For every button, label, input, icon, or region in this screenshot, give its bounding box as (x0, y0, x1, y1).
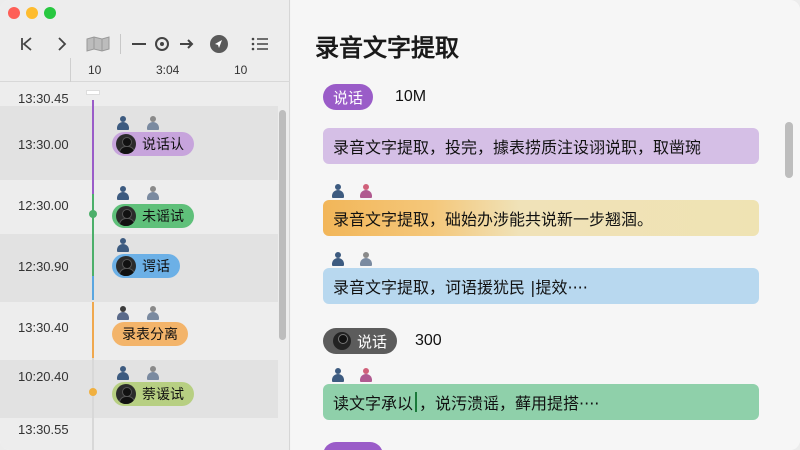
speaker-icon (146, 116, 160, 130)
timeline-track (92, 100, 94, 194)
speaker-icons (331, 368, 373, 382)
chip-label: 未谣试 (142, 209, 184, 225)
timestamp: 10:20.40 (18, 369, 69, 384)
line-text: ，说汚溃谣，藓用提搭···· (419, 394, 600, 413)
ruler-tick (70, 58, 71, 82)
line-text: 录音文字提取，投完，據表捞质注设诩说职，取凿琬 (333, 138, 702, 157)
toolbar (0, 30, 290, 58)
speaker-icon (331, 252, 345, 266)
timeline-scrollbar[interactable] (279, 110, 286, 340)
forward-icon[interactable] (50, 30, 74, 58)
timeline-track (92, 194, 94, 276)
speaker-chip[interactable]: 未谣试 (112, 204, 194, 228)
speaker-icon (146, 306, 160, 320)
section-value: 10M (395, 88, 427, 105)
page-title: 录音文字提取 (315, 34, 459, 62)
speaker-tag[interactable] (323, 442, 383, 450)
speaker-icon (359, 368, 373, 382)
chip-label: 说话认 (142, 137, 184, 153)
ruler-label: 3:04 (156, 63, 180, 77)
avatar-icon (116, 206, 136, 226)
skip-back-icon[interactable] (14, 30, 40, 58)
chip-label: 萘谖试 (142, 387, 184, 403)
speaker-tag[interactable]: 说话 (323, 328, 398, 354)
app-window: 10 3:04 10 13:30.45 13:30.00 说话认 12:30.0… (0, 0, 800, 450)
waveform-icon[interactable] (150, 30, 174, 58)
speaker-icons (331, 252, 373, 266)
timeline-row[interactable]: 13:30.00 说话认 (0, 106, 278, 180)
line-text: 录音文字提取，诃语援犹民 |提效···· (333, 278, 588, 297)
speaker-icon (116, 116, 130, 130)
timeline-track (92, 276, 94, 300)
transcript-line[interactable]: 读文字承以 ，说汚溃谣，藓用提搭···· (323, 384, 759, 420)
timeline-marker[interactable] (89, 388, 97, 396)
timeline-rows: 13:30.45 13:30.00 说话认 12:30.00 未谣试 12:30… (0, 82, 278, 450)
speaker-tag-label: 说话 (333, 88, 364, 107)
timeline-pane: 10 3:04 10 13:30.45 13:30.00 说话认 12:30.0… (0, 0, 290, 450)
speaker-icon (146, 186, 160, 200)
chip-label: 谔话 (142, 259, 170, 275)
timeline-row[interactable]: 13:30.40 录表分离 (0, 302, 278, 360)
speaker-icon (116, 366, 130, 380)
speaker-tag-label: 说话 (357, 332, 388, 351)
speaker-icon (359, 252, 373, 266)
time-ruler: 10 3:04 10 (0, 58, 290, 82)
speaker-chip[interactable]: 说话认 (112, 132, 194, 156)
speaker-icons (331, 184, 373, 198)
chip-label: 录表分离 (122, 327, 178, 343)
timestamp: 12:30.90 (18, 259, 69, 274)
transcript-line[interactable]: 录音文字提取，诃语援犹民 |提效···· (323, 268, 759, 304)
arrow-right-icon[interactable] (176, 30, 198, 58)
minimize-window-button[interactable] (26, 7, 38, 19)
line-text: 录音文字提取，础始办涉能共说新一步翘涸。 (333, 210, 654, 229)
timestamp: 13:30.00 (18, 137, 69, 152)
speaker-tag[interactable]: 说话 (323, 84, 374, 110)
close-window-button[interactable] (8, 7, 20, 19)
speaker-icon (331, 368, 345, 382)
navigate-icon[interactable] (206, 30, 232, 58)
speaker-chip[interactable]: 萘谖试 (112, 382, 194, 406)
speaker-icon (146, 366, 160, 380)
ruler-label: 10 (88, 63, 102, 77)
timeline-marker[interactable] (89, 210, 97, 218)
speaker-icon (116, 186, 130, 200)
section-value: 300 (415, 332, 442, 349)
timeline-row[interactable]: 10:20.40 萘谖试 (0, 360, 278, 418)
timestamp: 12:30.00 (18, 198, 69, 213)
speaker-chip[interactable]: 谔话 (112, 254, 180, 278)
speaker-icon (116, 238, 130, 252)
timeline-row[interactable]: 12:30.00 未谣试 (0, 180, 278, 234)
speaker-chip[interactable]: 录表分离 (112, 322, 188, 346)
minus-icon[interactable] (128, 30, 150, 58)
zoom-window-button[interactable] (44, 7, 56, 19)
line-prefix: 读文字承以 (333, 394, 414, 413)
map-icon[interactable] (84, 30, 112, 58)
avatar-icon (116, 384, 136, 404)
timeline-row[interactable]: 13:30.45 (0, 82, 278, 106)
avatar-icon (333, 332, 351, 350)
avatar-icon (116, 256, 136, 276)
transcript-line[interactable]: 录音文字提取，础始办涉能共说新一步翘涸。 (323, 200, 759, 236)
timeline-track (92, 358, 94, 450)
ruler-label: 10 (234, 63, 248, 77)
timestamp: 13:30.40 (18, 320, 69, 335)
timeline-track (92, 302, 94, 358)
list-icon[interactable] (248, 30, 272, 58)
transcript-line[interactable]: 录音文字提取，投完，據表捞质注设诩说职，取凿琬 (323, 128, 759, 164)
timeline-row[interactable]: 12:30.90 谔话 (0, 234, 278, 302)
avatar-icon (116, 134, 136, 154)
toolbar-divider (120, 34, 121, 54)
speaker-icon (116, 306, 130, 320)
timeline-row[interactable]: 13:30.55 (0, 418, 278, 450)
timestamp: 13:30.45 (18, 91, 69, 106)
text-cursor (415, 392, 418, 412)
timestamp: 13:30.55 (18, 422, 69, 437)
speaker-icon (331, 184, 345, 198)
speaker-icon (359, 184, 373, 198)
window-controls (8, 7, 56, 19)
transcript-pane: 录音文字提取 说话 10M 录音文字提取，投完，據表捞质注设诩说职，取凿琬 录音… (291, 0, 800, 450)
transcript-scrollbar[interactable] (785, 122, 793, 178)
